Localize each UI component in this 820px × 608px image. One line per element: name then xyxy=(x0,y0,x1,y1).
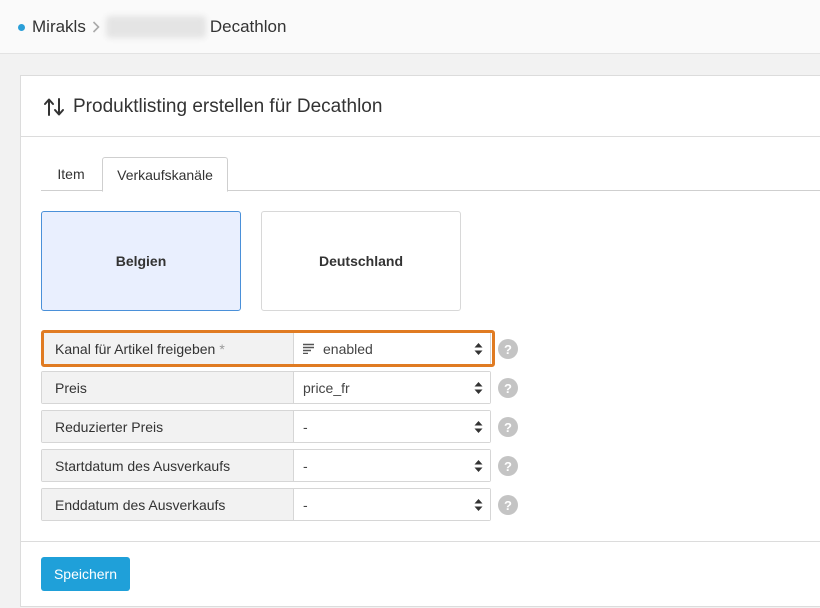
breadcrumb-root[interactable]: Mirakls xyxy=(32,17,86,37)
form-row-startdatum: Startdatum des Ausverkaufs - xyxy=(41,449,491,482)
select-value: enabled xyxy=(323,340,373,357)
field-label: Preis xyxy=(42,372,294,403)
form-row-reduzierter-preis: Reduzierter Preis - xyxy=(41,410,491,443)
tab-verkaufskanaele[interactable]: Verkaufskanäle xyxy=(102,157,228,192)
select-arrows-icon xyxy=(474,342,483,356)
breadcrumb-current: Decathlon xyxy=(209,17,287,36)
field-label-text: Reduzierter Preis xyxy=(55,418,164,435)
chevron-right-icon xyxy=(92,21,100,33)
help-icon[interactable]: ? xyxy=(498,495,518,515)
select-value: - xyxy=(303,496,308,513)
list-icon xyxy=(303,343,315,354)
footer-divider xyxy=(21,541,820,542)
page-title-text: Produktlisting erstellen für Decathlon xyxy=(73,96,383,117)
save-button[interactable]: Speichern xyxy=(41,557,130,591)
field-label-text: Kanal für Artikel freigeben xyxy=(55,340,216,357)
kanal-freigeben-select[interactable]: enabled xyxy=(294,333,490,364)
field-label: Startdatum des Ausverkaufs xyxy=(42,450,294,481)
form-row-enddatum: Enddatum des Ausverkaufs - xyxy=(41,488,491,521)
field-label-text: Preis xyxy=(55,379,87,396)
main-panel: Produktlisting erstellen für Decathlon I… xyxy=(20,75,820,607)
panel-header: Produktlisting erstellen für Decathlon xyxy=(21,76,820,137)
field-label-text: Startdatum des Ausverkaufs xyxy=(55,457,231,474)
breadcrumb-redacted xyxy=(105,16,206,38)
status-dot-icon xyxy=(18,23,25,31)
breadcrumb: Mirakls Decathlon xyxy=(18,16,287,38)
channel-card-deutschland[interactable]: Deutschland xyxy=(261,211,461,311)
preis-select[interactable]: price_fr xyxy=(294,372,490,403)
help-icon[interactable]: ? xyxy=(498,456,518,476)
page-title: Produktlisting erstellen für Decathlon xyxy=(43,96,382,118)
field-label-text: Enddatum des Ausverkaufs xyxy=(55,496,226,513)
help-icon[interactable]: ? xyxy=(498,339,518,359)
field-label: Reduzierter Preis xyxy=(42,411,294,442)
select-value: price_fr xyxy=(303,379,350,396)
field-label: Kanal für Artikel freigeben * xyxy=(42,333,294,364)
select-value: - xyxy=(303,418,308,435)
enddatum-select[interactable]: - xyxy=(294,489,490,520)
select-arrows-icon xyxy=(474,498,483,512)
tab-item[interactable]: Item xyxy=(41,157,101,191)
reduzierter-preis-select[interactable]: - xyxy=(294,411,490,442)
select-arrows-icon xyxy=(474,420,483,434)
tab-bar: Item Verkaufskanäle xyxy=(41,157,820,192)
form-row-preis: Preis price_fr xyxy=(41,371,491,404)
breadcrumb-bar: Mirakls Decathlon xyxy=(0,0,820,54)
startdatum-select[interactable]: - xyxy=(294,450,490,481)
field-label: Enddatum des Ausverkaufs xyxy=(42,489,294,520)
help-icon[interactable]: ? xyxy=(498,417,518,437)
sort-arrows-icon xyxy=(43,97,65,117)
form-row-kanal-freigeben: Kanal für Artikel freigeben * enabled xyxy=(41,332,491,365)
select-arrows-icon xyxy=(474,381,483,395)
select-value: - xyxy=(303,457,308,474)
help-icon[interactable]: ? xyxy=(498,378,518,398)
channel-card-belgien[interactable]: Belgien xyxy=(41,211,241,311)
required-mark: * xyxy=(219,340,225,357)
select-arrows-icon xyxy=(474,459,483,473)
